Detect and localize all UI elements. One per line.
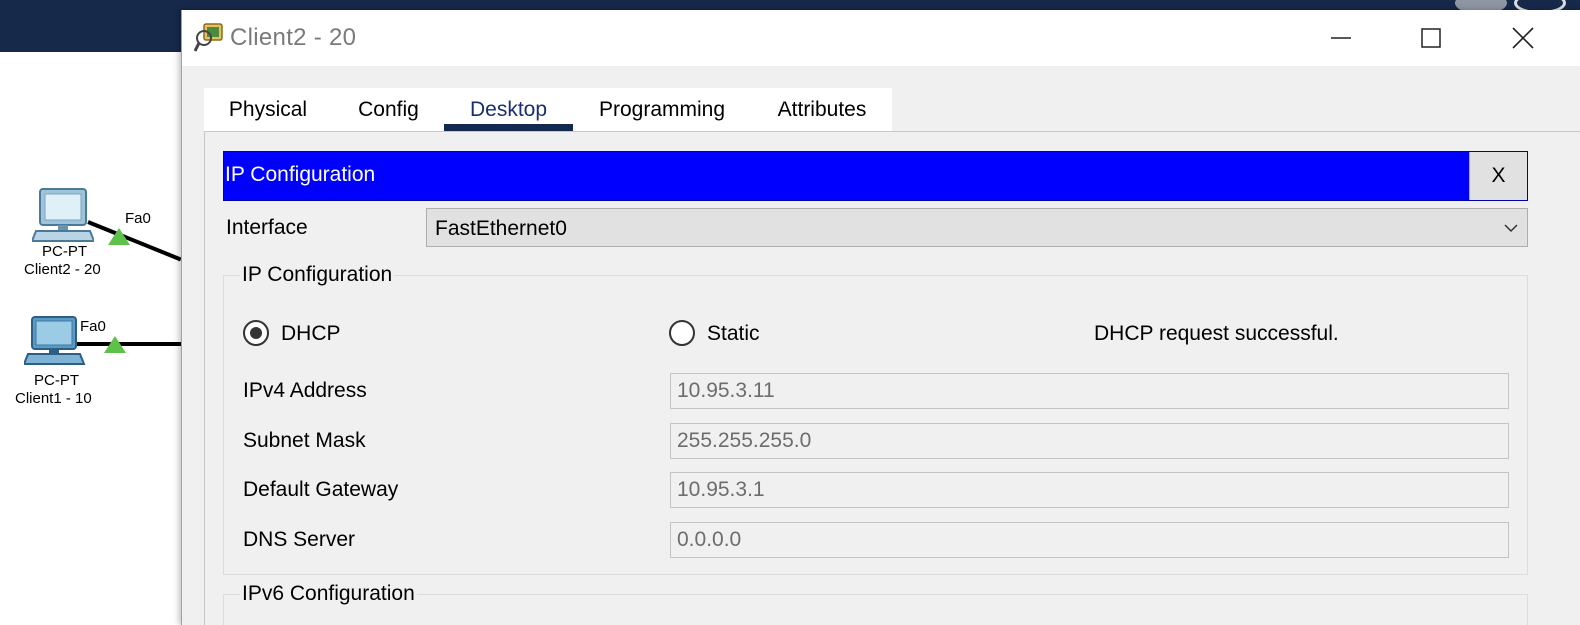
screen: Fa0 PC-PT Client2 - 20 Fa0 PC-PT Client1… [0,0,1580,625]
minimize-button[interactable] [1318,18,1364,58]
static-radio[interactable] [669,320,695,346]
radio-selected-dot [250,327,262,339]
static-radio-label[interactable]: Static [707,322,760,346]
tab-physical[interactable]: Physical [204,88,332,131]
pc-app-icon [193,22,226,54]
port-label: Fa0 [125,210,151,227]
desktop-panel: IP Configuration X Interface FastEtherne… [204,131,1580,625]
logical-workspace[interactable]: Fa0 PC-PT Client2 - 20 Fa0 PC-PT Client1… [0,52,182,625]
minimize-icon [1331,37,1351,39]
ipv4-address-label: IPv4 Address [243,379,367,402]
maximize-icon [1421,28,1441,48]
default-gateway-field[interactable] [670,472,1509,508]
link-status-up-icon [108,228,130,245]
interface-select[interactable]: FastEthernet0 [426,208,1528,247]
network-link[interactable] [75,342,181,346]
link-status-up-icon [104,336,126,353]
close-icon [1512,27,1534,49]
interface-selected-value: FastEthernet0 [435,217,567,240]
default-gateway-label: Default Gateway [243,478,399,501]
ip-configuration-header: IP Configuration X [223,151,1528,201]
close-window-button[interactable] [1500,18,1546,58]
ipv4-config-group: IP Configuration DHCP Static DHCP reques… [223,263,1528,575]
tab-label: Attributes [777,97,867,121]
tab-config[interactable]: Config [344,88,433,131]
dhcp-radio[interactable] [243,320,269,346]
dhcp-radio-label[interactable]: DHCP [281,322,341,346]
device-window: Client2 - 20 Physical Config Desktop Pro… [181,10,1580,625]
interface-label: Interface [226,216,308,239]
window-title: Client2 - 20 [230,24,357,51]
ipv4-group-title: IP Configuration [240,263,395,287]
tab-programming[interactable]: Programming [586,88,738,131]
pc-device-icon[interactable] [22,315,86,372]
pc-device-icon[interactable] [30,187,96,250]
device-name-label: Client1 - 10 [15,390,92,407]
chevron-down-icon [1504,224,1518,233]
tab-label: Programming [598,97,726,121]
port-label: Fa0 [80,318,106,335]
tab-label: Desktop [469,97,548,121]
tab-attributes[interactable]: Attributes [766,88,878,131]
tab-label: Config [358,97,419,121]
dns-server-label: DNS Server [243,528,356,551]
ipv4-address-field[interactable] [670,373,1509,409]
device-type-label: PC-PT [42,243,87,260]
device-type-label: PC-PT [34,372,79,389]
dns-server-field[interactable] [670,522,1509,558]
window-titlebar[interactable]: Client2 - 20 [182,10,1580,66]
ipv6-group-title: IPv6 Configuration [240,582,417,606]
tab-label: Physical [228,97,308,121]
maximize-button[interactable] [1408,18,1454,58]
ip-configuration-close-button[interactable]: X [1469,152,1527,200]
subnet-mask-label: Subnet Mask [243,429,366,452]
tab-desktop[interactable]: Desktop [444,88,573,131]
tab-strip: Physical Config Desktop Programming Attr… [204,88,892,131]
ipv6-config-group: IPv6 Configuration [223,582,1528,625]
active-tab-indicator [444,124,573,131]
device-name-label: Client2 - 20 [24,261,101,278]
subnet-mask-field[interactable] [670,423,1509,459]
dhcp-status-message: DHCP request successful. [1094,322,1339,345]
ip-configuration-title: IP Configuration [225,163,376,186]
